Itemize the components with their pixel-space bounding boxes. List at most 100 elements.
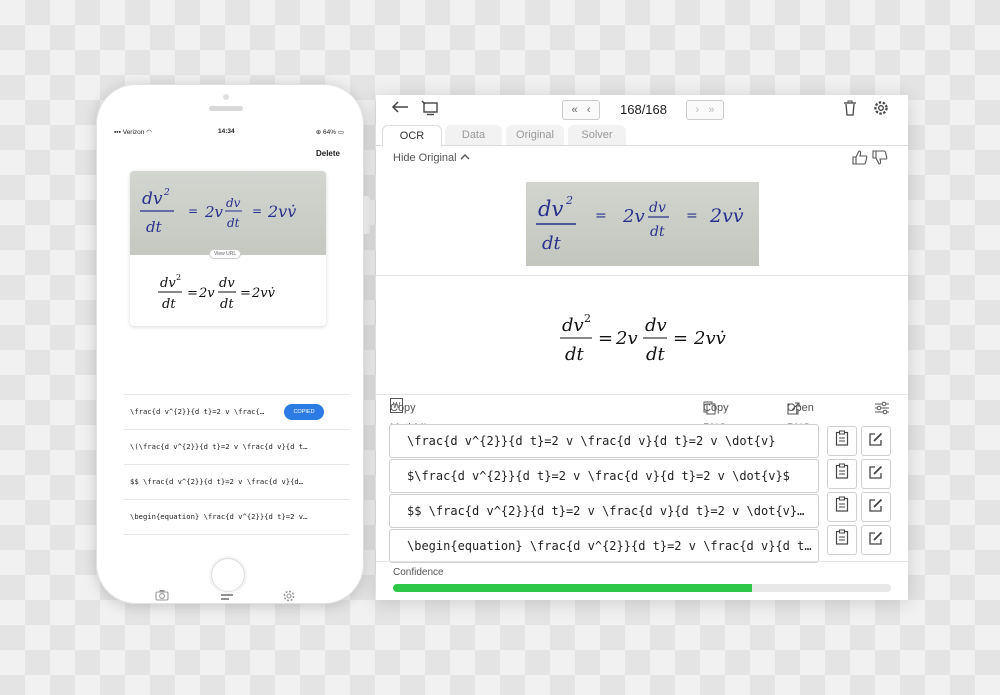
action-bar: W Copy MathML Copy PNG Open PNG bbox=[376, 398, 908, 434]
result-item[interactable]: $$ \frac{d v^{2}}{d t}=2 v \frac{d v}{d… bbox=[124, 464, 350, 499]
confidence-bar bbox=[393, 584, 891, 592]
svg-text:2: 2 bbox=[163, 188, 170, 198]
battery-percent: 64% bbox=[323, 129, 337, 136]
chevron-up-icon bbox=[460, 152, 470, 164]
tab-bar: OCR Data Original Solver bbox=[376, 125, 908, 147]
svg-text:=: = bbox=[187, 286, 198, 301]
result-text: \begin{equation} \frac{d v^{2}}{d t}=2 v… bbox=[130, 512, 308, 521]
format-row[interactable]: \frac{d v^{2}}{d t}=2 v \frac{d v}{d t}=… bbox=[389, 424, 819, 458]
first-page-button[interactable]: « bbox=[572, 104, 578, 116]
format-settings-icon[interactable] bbox=[874, 398, 890, 418]
svg-text:dv: dv bbox=[645, 315, 667, 336]
divider bbox=[376, 275, 908, 276]
clipboard-icon[interactable] bbox=[827, 525, 857, 555]
hide-original-label: Hide Original bbox=[393, 152, 457, 164]
result-text: \frac{d v^{2}}{d t}=2 v \frac{… bbox=[130, 407, 265, 416]
result-list: \frac{d v^{2}}{d t}=2 v \frac{… COPIED \… bbox=[124, 394, 350, 535]
camera-icon[interactable] bbox=[155, 589, 169, 603]
tab-ocr[interactable]: OCR bbox=[382, 125, 442, 147]
edit-icon[interactable] bbox=[861, 426, 891, 456]
tab-solver[interactable]: Solver bbox=[568, 125, 626, 145]
last-page-button[interactable]: » bbox=[708, 104, 714, 116]
svg-text:2v: 2v bbox=[622, 206, 645, 227]
svg-text:dv: dv bbox=[649, 200, 666, 216]
svg-text:=: = bbox=[240, 286, 251, 301]
svg-text:2v: 2v bbox=[204, 203, 224, 221]
result-text: \(\frac{d v^{2}}{d t}=2 v \frac{d v}{d t… bbox=[130, 442, 308, 451]
copied-badge: COPIED bbox=[284, 404, 324, 420]
phone-mockup: ▪▪▪ Verizon ◠ 14:34 ⊕ 64% ▭ Delete dv 2 … bbox=[96, 84, 364, 604]
svg-text:=: = bbox=[686, 208, 698, 224]
svg-text:2: 2 bbox=[584, 312, 591, 325]
view-url-button[interactable]: View URL bbox=[209, 249, 242, 259]
svg-text:2v: 2v bbox=[615, 328, 638, 349]
front-camera bbox=[223, 94, 229, 100]
rendered-equation: dv 2 dt = 2v dv dt = 2vv̇ bbox=[130, 261, 326, 326]
format-row[interactable]: $$ \frac{d v^{2}}{d t}=2 v \frac{d v}{d … bbox=[389, 494, 819, 528]
result-item[interactable]: \(\frac{d v^{2}}{d t}=2 v \frac{d v}{d t… bbox=[124, 429, 350, 464]
rendered-math: dv 2 dt = 2v dv dt = 2vv̇ bbox=[158, 273, 276, 312]
svg-text:=: = bbox=[595, 208, 607, 224]
svg-text:dt: dt bbox=[646, 344, 666, 365]
svg-text:2vv̇: 2vv̇ bbox=[267, 202, 296, 221]
clipboard-icon[interactable] bbox=[827, 492, 857, 522]
confidence-fill bbox=[393, 584, 752, 592]
edit-icon[interactable] bbox=[861, 492, 891, 522]
phone-screen: ▪▪▪ Verizon ◠ 14:34 ⊕ 64% ▭ Delete dv 2 … bbox=[110, 124, 350, 602]
toolbar: « ‹ 168/168 › » bbox=[376, 95, 908, 125]
snip-card[interactable]: dv 2 dt = 2v dv dt = 2vv̇ View URL dv 2 … bbox=[130, 171, 326, 326]
format-row[interactable]: \begin{equation} \frac{d v^{2}}{d t}=2 v… bbox=[389, 529, 819, 563]
svg-text:2vv̇: 2vv̇ bbox=[693, 328, 726, 349]
edit-icon[interactable] bbox=[861, 525, 891, 555]
carrier-name: Verizon bbox=[122, 129, 145, 136]
svg-text:2vv̇: 2vv̇ bbox=[251, 286, 276, 301]
svg-text:dt: dt bbox=[220, 297, 234, 312]
prev-page-button[interactable]: ‹ bbox=[587, 104, 591, 116]
svg-text:dt: dt bbox=[650, 224, 665, 240]
phone-speaker bbox=[209, 106, 243, 111]
svg-text:2v: 2v bbox=[198, 286, 215, 301]
thumbs-up-icon[interactable] bbox=[852, 150, 872, 168]
divider bbox=[376, 561, 908, 562]
svg-text:dv: dv bbox=[538, 197, 563, 221]
phone-side-button bbox=[364, 196, 370, 234]
divider bbox=[376, 394, 908, 395]
edit-icon[interactable] bbox=[861, 459, 891, 489]
tab-data[interactable]: Data bbox=[445, 125, 502, 145]
trash-icon[interactable] bbox=[840, 100, 860, 120]
format-row[interactable]: $\frac{d v^{2}}{d t}=2 v \frac{d v}{d t}… bbox=[389, 459, 819, 493]
clipboard-icon[interactable] bbox=[827, 459, 857, 489]
svg-text:2: 2 bbox=[565, 194, 573, 207]
thumbs-down-icon[interactable] bbox=[872, 150, 888, 168]
monitor-icon[interactable] bbox=[420, 100, 440, 120]
app-window: « ‹ 168/168 › » OCR Data Original Solver… bbox=[376, 95, 908, 600]
tab-original[interactable]: Original bbox=[506, 125, 564, 145]
svg-text:dt: dt bbox=[227, 216, 240, 230]
delete-button[interactable]: Delete bbox=[316, 149, 340, 158]
page-counter: 168/168 bbox=[620, 102, 667, 117]
gear-icon[interactable] bbox=[282, 589, 296, 603]
svg-text:dv: dv bbox=[142, 189, 163, 209]
settings-gear-icon[interactable] bbox=[871, 100, 891, 120]
svg-text:=: = bbox=[252, 204, 262, 218]
rendered-math: dv 2 dt = 2v dv dt = 2vv̇ bbox=[560, 312, 726, 365]
feedback-buttons bbox=[852, 150, 888, 168]
original-image: dv 2 dt = 2v dv dt = 2vv̇ bbox=[526, 182, 759, 266]
clipboard-icon[interactable] bbox=[827, 426, 857, 456]
pager-first-prev[interactable]: « ‹ bbox=[562, 100, 600, 120]
clock: 14:34 bbox=[218, 128, 235, 135]
home-button[interactable] bbox=[211, 558, 245, 592]
result-item[interactable]: \begin{equation} \frac{d v^{2}}{d t}=2 v… bbox=[124, 499, 350, 535]
back-arrow-icon[interactable] bbox=[390, 100, 410, 120]
carrier-label: ▪▪▪ Verizon ◠ bbox=[114, 129, 152, 136]
svg-text:dt: dt bbox=[565, 344, 585, 365]
svg-text:dt: dt bbox=[162, 297, 176, 312]
svg-text:dt: dt bbox=[542, 233, 562, 254]
hide-original-toggle[interactable]: Hide Original bbox=[393, 152, 470, 164]
svg-text:2vv̇: 2vv̇ bbox=[709, 205, 744, 227]
rendered-equation: dv 2 dt = 2v dv dt = 2vv̇ bbox=[376, 280, 908, 390]
pager-next-last[interactable]: › » bbox=[686, 100, 724, 120]
svg-text:dt: dt bbox=[146, 218, 163, 236]
next-page-button[interactable]: › bbox=[696, 104, 700, 116]
result-item[interactable]: \frac{d v^{2}}{d t}=2 v \frac{… COPIED bbox=[124, 394, 350, 429]
